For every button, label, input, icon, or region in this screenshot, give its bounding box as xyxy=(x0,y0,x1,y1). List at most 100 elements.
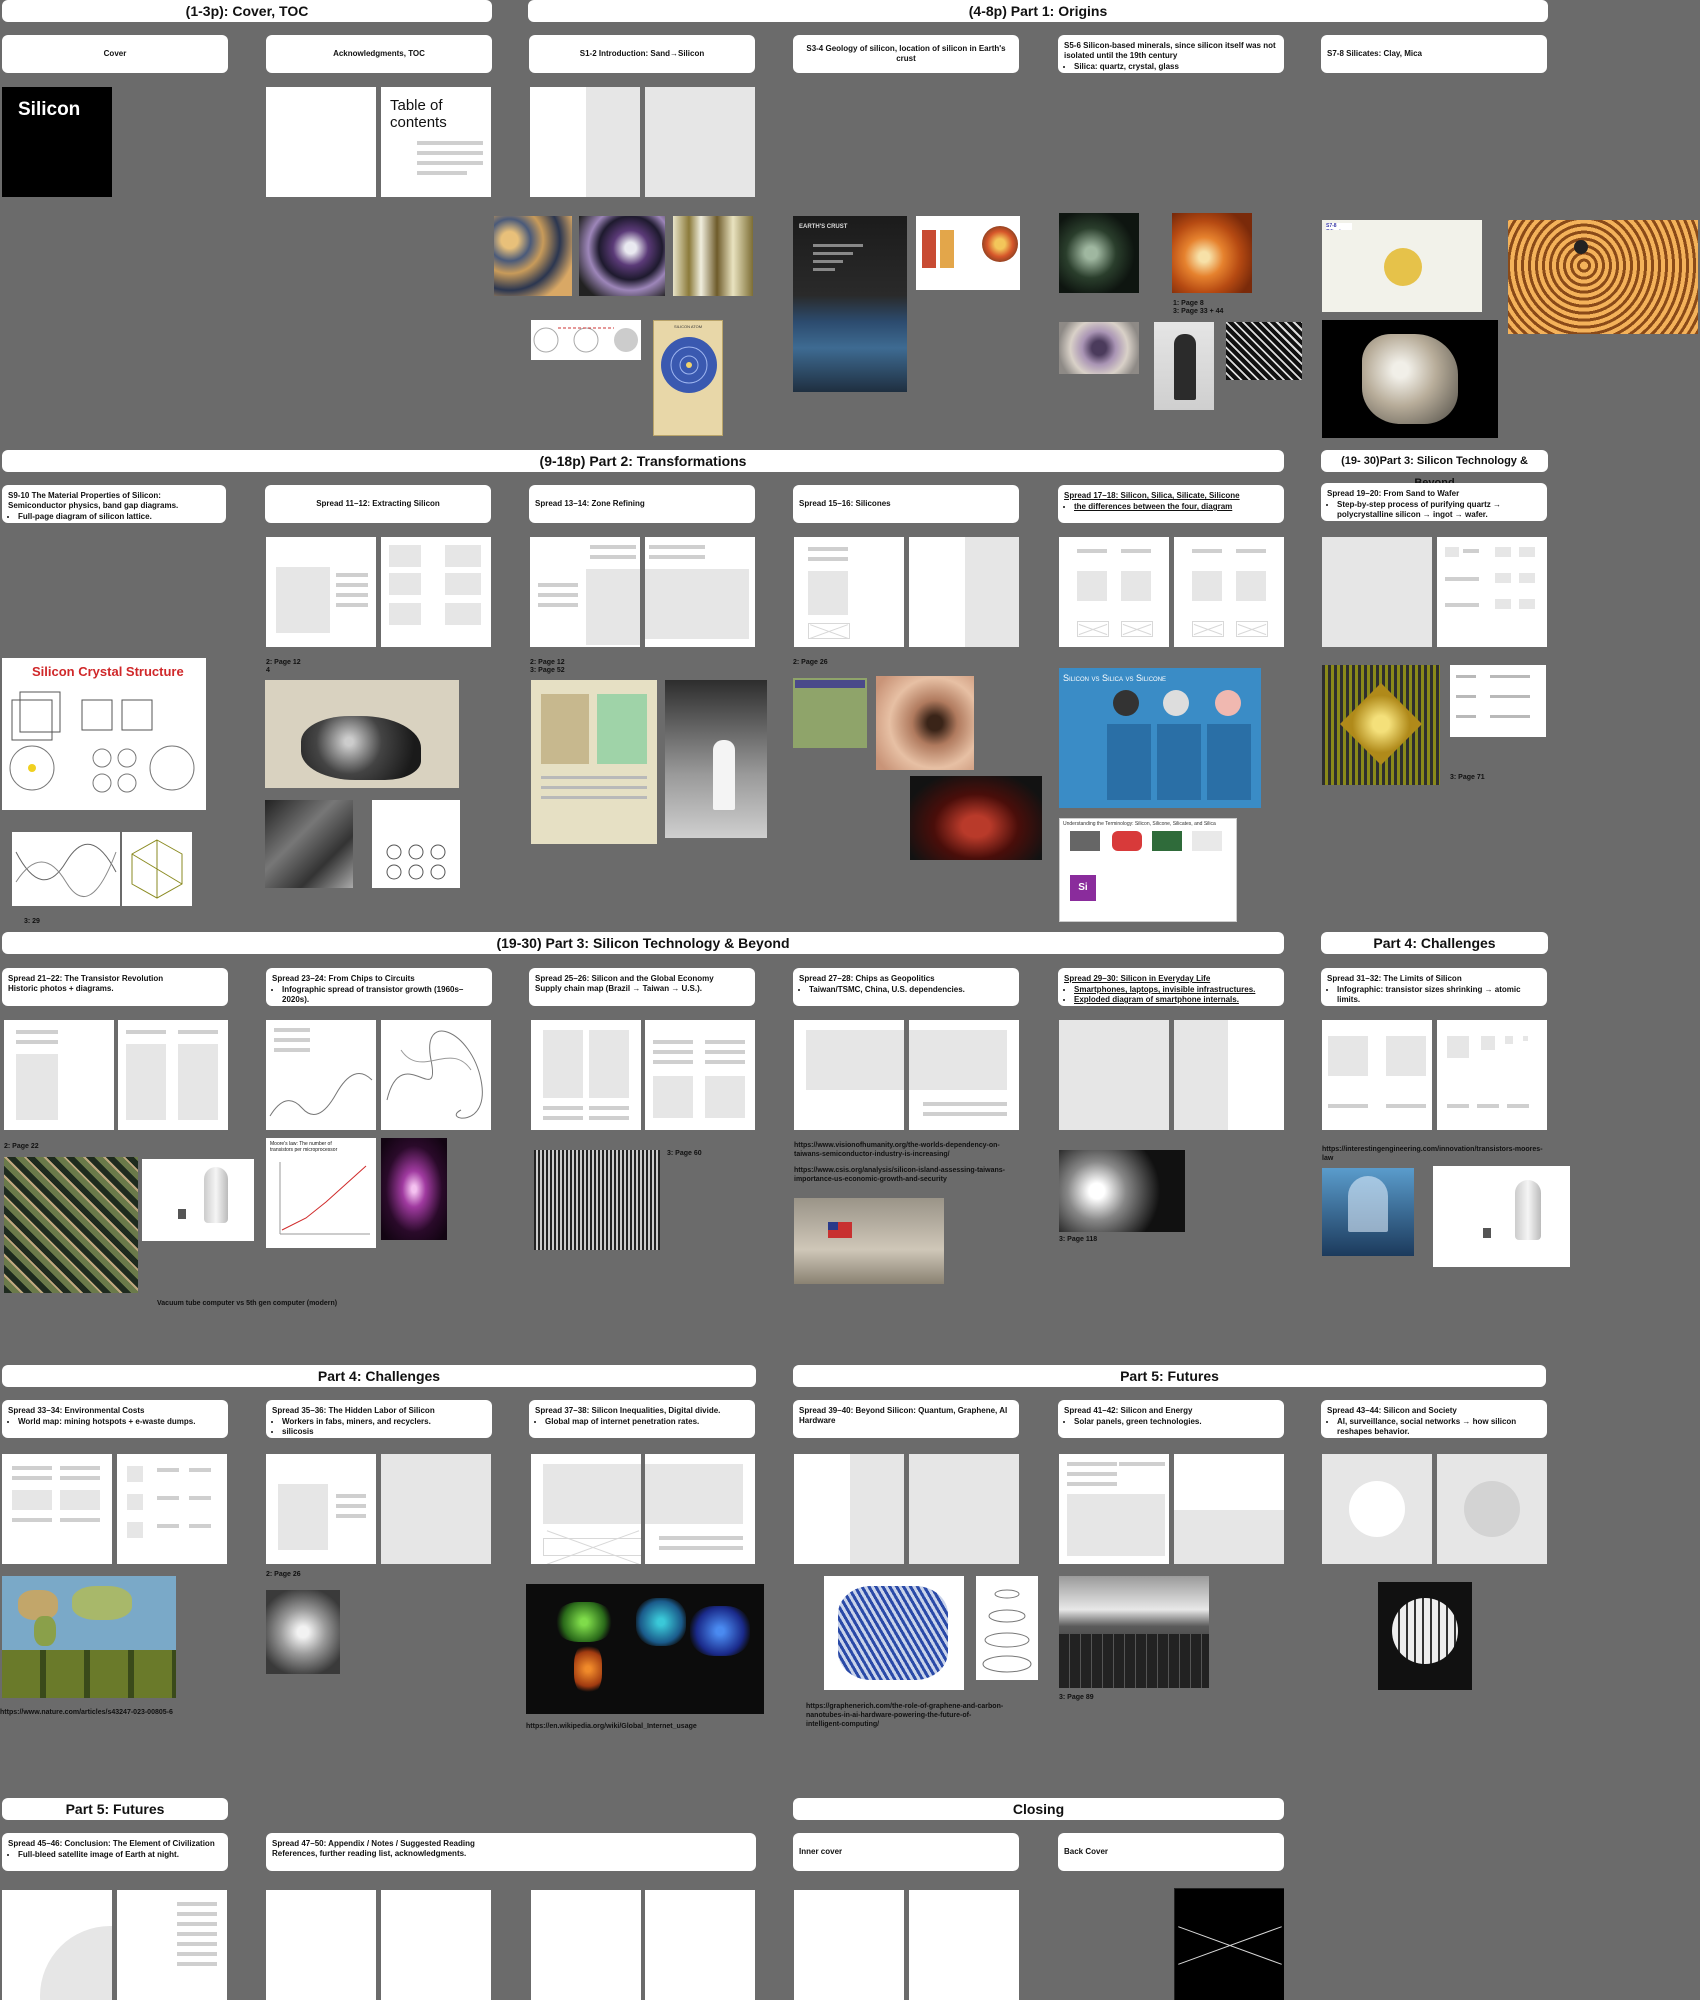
internet-usage-map[interactable] xyxy=(526,1584,764,1714)
ack-page-left[interactable] xyxy=(266,87,376,197)
cover-page[interactable]: Silicon xyxy=(2,87,112,197)
s11-page-right[interactable] xyxy=(381,537,491,647)
s31-page-left[interactable] xyxy=(1322,1020,1432,1130)
mineral-photo[interactable] xyxy=(494,216,572,296)
inner-cover-page-left[interactable] xyxy=(794,1890,904,2000)
s23-page-right[interactable] xyxy=(381,1020,491,1130)
card-s29[interactable]: Spread 29–30: Silicon in Everyday Life S… xyxy=(1058,968,1284,1006)
back-cover-page[interactable] xyxy=(1174,1888,1284,2000)
card-s17[interactable]: Spread 17–18: Silicon, Silica, Silicate,… xyxy=(1058,485,1284,523)
mineral-photo[interactable] xyxy=(673,216,753,296)
lens-closeup-photo[interactable] xyxy=(910,776,1042,860)
s27-page-left[interactable] xyxy=(794,1020,904,1130)
crystal-structure-diagram[interactable]: Silicon Crystal Structure xyxy=(2,658,206,810)
link-graphenerich[interactable]: https://graphenerich.com/the-role-of-gra… xyxy=(806,1702,1006,1729)
s11-page-left[interactable] xyxy=(266,537,376,647)
card-s19[interactable]: Spread 19–20: From Sand to Wafer Step-by… xyxy=(1321,483,1547,521)
chip-glow-photo[interactable] xyxy=(381,1138,447,1240)
s13-page-left[interactable] xyxy=(530,537,640,647)
s41-page-right[interactable] xyxy=(1174,1454,1284,1564)
s45-page-left[interactable] xyxy=(2,1890,112,2000)
band-gap-diagram[interactable] xyxy=(12,832,120,906)
zone-refining-infographic[interactable] xyxy=(531,680,657,844)
card-s45[interactable]: Spread 45–46: Conclusion: The Element of… xyxy=(2,1833,228,1871)
s37-page-left[interactable] xyxy=(531,1454,641,1564)
s33-page-right[interactable] xyxy=(117,1454,227,1564)
card-s35[interactable]: Spread 35–36: The Hidden Labor of Silico… xyxy=(266,1400,492,1438)
s21-page-left[interactable] xyxy=(4,1020,114,1130)
card-s9[interactable]: S9-10 The Material Properties of Silicon… xyxy=(2,485,226,523)
card-s7[interactable]: S7-8 Silicates: Clay, Mica xyxy=(1321,35,1547,73)
card-s41[interactable]: Spread 41–42: Silicon and Energy Solar p… xyxy=(1058,1400,1284,1438)
s35-page-right[interactable] xyxy=(381,1454,491,1564)
s39-page-right[interactable] xyxy=(909,1454,1019,1564)
card-s25[interactable]: Spread 25–26: Silicon and the Global Eco… xyxy=(529,968,755,1006)
card-cover[interactable]: Cover xyxy=(2,35,228,73)
cpu-chip-photo[interactable] xyxy=(1322,665,1440,785)
card-s21[interactable]: Spread 21–22: The Transistor Revolution … xyxy=(2,968,228,1006)
world-map-mining[interactable] xyxy=(2,1576,176,1698)
lattice-photo[interactable] xyxy=(1226,322,1302,380)
s43-page-left[interactable] xyxy=(1322,1454,1432,1564)
inner-cover-page-right[interactable] xyxy=(909,1890,1019,2000)
silicone-info-card[interactable] xyxy=(793,678,867,748)
chip-array-photo[interactable] xyxy=(4,1157,138,1293)
silicon-atom-poster[interactable]: SILICON ATOM xyxy=(653,320,723,436)
cleanroom-photo[interactable] xyxy=(665,680,767,838)
s25-page-left[interactable] xyxy=(531,1020,641,1130)
apparatus-diagram[interactable] xyxy=(372,800,460,888)
telstar-satellite-photo[interactable] xyxy=(1378,1582,1472,1690)
card-s13[interactable]: Spread 13–14: Zone Refining xyxy=(529,485,755,523)
bell-jar-photo[interactable] xyxy=(1322,1168,1414,1256)
solar-panels-photo[interactable] xyxy=(1059,1576,1209,1688)
brillouin-zone-diagram[interactable] xyxy=(122,832,192,906)
s43-page-right[interactable] xyxy=(1437,1454,1547,1564)
s27-page-right[interactable] xyxy=(909,1020,1019,1130)
card-s23[interactable]: Spread 23–24: From Chips to Circuits Inf… xyxy=(266,968,492,1006)
vacuum-tube-photo[interactable] xyxy=(142,1159,254,1241)
terminology-diagram[interactable]: Understanding the Terminology: Silicon, … xyxy=(1059,818,1237,922)
s23-page-left[interactable] xyxy=(266,1020,376,1130)
mineral-photo[interactable] xyxy=(1172,213,1252,293)
link-nature[interactable]: https://www.nature.com/articles/s43247-0… xyxy=(0,1708,240,1717)
link-csis[interactable]: https://www.csis.org/analysis/silicon-is… xyxy=(794,1166,1022,1184)
s19-page-left[interactable] xyxy=(1322,537,1432,647)
s1-page-left[interactable] xyxy=(530,87,640,197)
mica-diagram[interactable]: S7-8 Silicates: Clay, Mica xyxy=(1322,220,1482,312)
mineral-photo[interactable] xyxy=(1059,213,1139,293)
card-inner-cover[interactable]: Inner cover xyxy=(793,1833,1019,1871)
vacuum-tube-photo-2[interactable] xyxy=(1433,1166,1570,1267)
card-s33[interactable]: Spread 33–34: Environmental Costs World … xyxy=(2,1400,228,1438)
card-s47[interactable]: Spread 47–50: Appendix / Notes / Suggest… xyxy=(266,1833,756,1871)
s47-page-4[interactable] xyxy=(645,1890,755,2000)
card-s31[interactable]: Spread 31–32: The Limits of Silicon Info… xyxy=(1321,968,1547,1006)
s29-page-left[interactable] xyxy=(1059,1020,1169,1130)
link-vision-of-humanity[interactable]: https://www.visionofhumanity.org/the-wor… xyxy=(794,1141,1022,1159)
earth-infographic[interactable] xyxy=(916,216,1020,290)
s47-page-3[interactable] xyxy=(531,1890,641,2000)
card-back-cover[interactable]: Back Cover xyxy=(1058,1833,1284,1871)
card-s1[interactable]: S1-2 Introduction: Sand→Silicon xyxy=(529,35,755,73)
spiral-sculpture[interactable] xyxy=(1508,220,1698,334)
s31-page-right[interactable] xyxy=(1437,1020,1547,1130)
earth-crust-poster[interactable]: EARTH'S CRUST xyxy=(793,216,907,392)
s33-page-left[interactable] xyxy=(2,1454,112,1564)
link-interesting-engineering[interactable]: https://interestingengineering.com/innov… xyxy=(1322,1145,1550,1163)
s15-page-right[interactable] xyxy=(909,537,1019,647)
card-s15[interactable]: Spread 15–16: Silicones xyxy=(793,485,1019,523)
s37-page-right[interactable] xyxy=(645,1454,755,1564)
toc-page[interactable]: Table of contents xyxy=(381,87,491,197)
taiwan-flag-photo[interactable] xyxy=(794,1198,944,1284)
s17-page-right[interactable] xyxy=(1174,537,1284,647)
card-s37[interactable]: Spread 37–38: Silicon Inequalities, Digi… xyxy=(529,1400,755,1438)
card-s39[interactable]: Spread 39–40: Beyond Silicon: Quantum, G… xyxy=(793,1400,1019,1438)
s13-page-right[interactable] xyxy=(645,537,755,647)
wafer-diagram[interactable] xyxy=(1450,665,1546,737)
s47-page-1[interactable] xyxy=(266,1890,376,2000)
graphene-model-photo[interactable] xyxy=(824,1576,964,1690)
historic-lab-photo[interactable] xyxy=(265,800,353,888)
card-s5[interactable]: S5-6 Silicon-based minerals, since silic… xyxy=(1058,35,1284,73)
card-s11[interactable]: Spread 11–12: Extracting Silicon xyxy=(265,485,491,523)
s47-page-2[interactable] xyxy=(381,1890,491,2000)
card-ack-toc[interactable]: Acknowledgments, TOC xyxy=(266,35,492,73)
